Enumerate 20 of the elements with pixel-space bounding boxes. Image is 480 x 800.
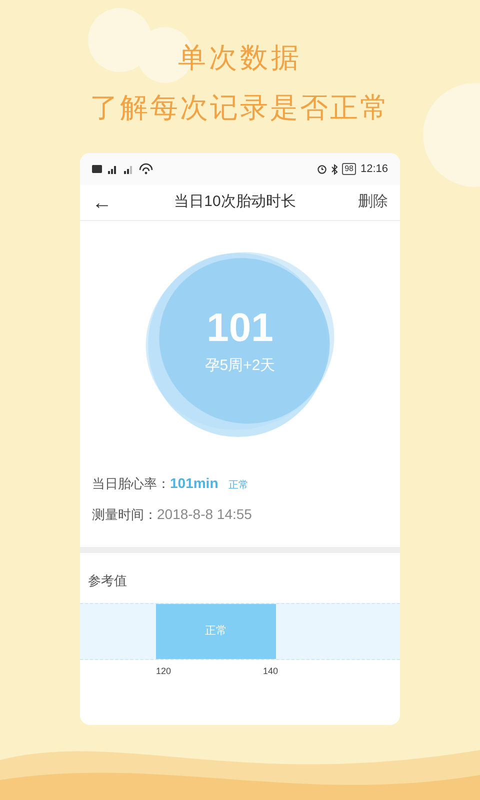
status-label: 正常 <box>228 478 248 493</box>
range-max-label: 140 <box>263 664 278 678</box>
screen-title: 当日10次胎动时长 <box>174 192 296 212</box>
reference-title: 参考值 <box>87 572 128 590</box>
detail-value: 101min <box>170 474 218 493</box>
summary-caption: 孕5周+2天 <box>204 356 276 376</box>
range-min-label: 120 <box>156 664 172 678</box>
alarm-icon <box>316 164 327 174</box>
normal-range: 正常 <box>156 604 276 658</box>
summary-value: 101 <box>206 304 274 351</box>
headline-title: 单次数据 <box>178 41 302 75</box>
back-button[interactable]: ← <box>92 192 112 212</box>
status-time: 12:16 <box>360 162 388 177</box>
headline-subtitle: 了解每次记录是否正常 <box>90 91 390 125</box>
detail-label: 当日胎心率： <box>92 475 170 493</box>
delete-button[interactable]: 删除 <box>358 191 388 214</box>
detail-label: 测量时间： <box>92 506 157 524</box>
battery-level: 98 <box>342 163 356 175</box>
detail-value: 2018-8-8 14:55 <box>157 505 252 524</box>
bluetooth-icon <box>330 164 338 174</box>
